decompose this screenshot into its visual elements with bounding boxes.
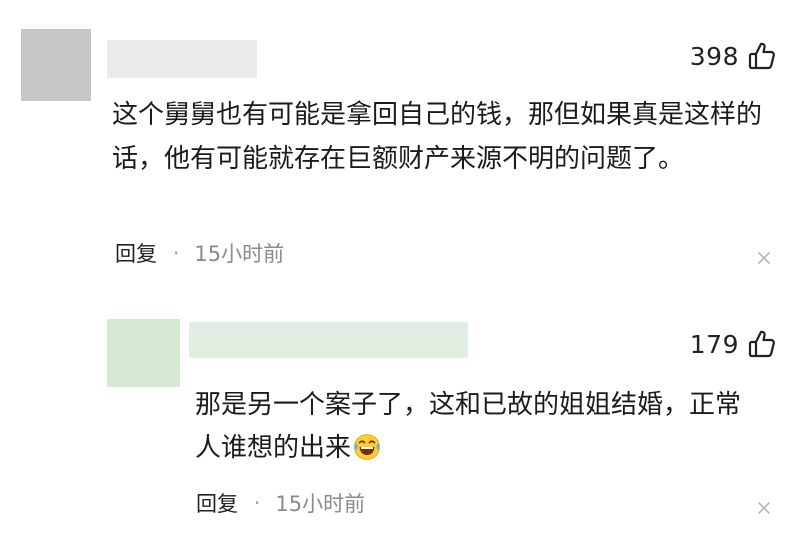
reply-button[interactable]: 回复: [115, 238, 157, 268]
thumbs-up-icon[interactable]: [748, 41, 776, 71]
thumbs-up-icon[interactable]: [748, 329, 776, 359]
avatar[interactable]: [21, 29, 91, 101]
meta-separator: ·: [254, 491, 261, 515]
comment-text-block: 那是另一个案子了，这和已故的姐姐结婚，正常人谁想的出来: [195, 384, 765, 470]
username-redacted[interactable]: [107, 40, 257, 78]
close-icon[interactable]: [757, 501, 771, 515]
timestamp: 15小时前: [275, 492, 366, 516]
like-control[interactable]: 398: [690, 40, 776, 72]
timestamp: 15小时前: [194, 242, 285, 266]
laughing-tears-emoji-icon: [354, 434, 380, 460]
avatar[interactable]: [107, 319, 180, 387]
comment-text: 那是另一个案子了，这和已故的姐姐结婚，正常人谁想的出来: [195, 390, 742, 463]
username-redacted[interactable]: [189, 322, 468, 358]
close-icon[interactable]: [757, 251, 771, 265]
comment-meta: 回复 · 15小时前: [115, 238, 284, 268]
comment-meta: 回复 · 15小时前: [196, 488, 365, 518]
like-control[interactable]: 179: [690, 328, 776, 360]
like-count: 179: [689, 329, 739, 359]
comment-text: 这个舅舅也有可能是拿回自己的钱，那但如果真是这样的话，他有可能就存在巨额财产来源…: [112, 100, 763, 174]
meta-separator: ·: [173, 241, 180, 265]
comment-thread: 398 这个舅舅也有可能是拿回自己的钱，那但如果真是这样的话，他有可能就存在巨额…: [0, 0, 810, 548]
reply-button[interactable]: 回复: [196, 488, 238, 518]
like-count: 398: [689, 41, 739, 71]
